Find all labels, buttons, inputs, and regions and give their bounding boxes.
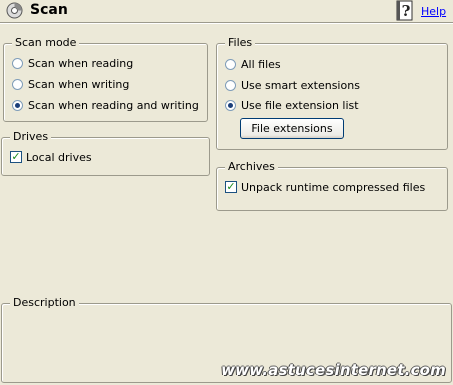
question-book-icon[interactable]: ? — [395, 0, 415, 21]
watermark-text: www.astucesinternet.com — [221, 361, 446, 379]
scan-icon — [6, 2, 23, 19]
radio-scan-reading[interactable]: Scan when reading — [12, 55, 133, 71]
radio-button-selected[interactable] — [12, 99, 23, 111]
files-legend: Files — [225, 36, 256, 49]
radio-label: Use smart extensions — [241, 78, 360, 92]
header-divider-highlight — [0, 23, 453, 24]
checkbox-local-drives[interactable]: ✓ Local drives — [10, 149, 92, 165]
radio-label: All files — [241, 57, 281, 71]
checkbox-label: Local drives — [26, 150, 92, 164]
drives-group: Drives ✓ Local drives — [1, 130, 210, 176]
checkbox-unpack-runtime[interactable]: ✓ Unpack runtime compressed files — [225, 179, 425, 195]
radio-button[interactable] — [12, 57, 23, 69]
files-group: Files All files Use smart extensions Use… — [216, 36, 448, 150]
radio-extension-list[interactable]: Use file extension list — [225, 97, 359, 113]
scan-mode-legend: Scan mode — [12, 36, 80, 49]
radio-button-selected[interactable] — [225, 99, 236, 111]
file-extensions-button[interactable]: File extensions — [240, 118, 344, 139]
radio-button[interactable] — [225, 58, 236, 70]
drives-legend: Drives — [10, 130, 52, 143]
svg-text:?: ? — [402, 2, 411, 20]
checkbox-label: Unpack runtime compressed files — [241, 180, 426, 194]
scan-mode-group: Scan mode Scan when reading Scan when wr… — [3, 36, 208, 122]
archives-legend: Archives — [225, 160, 278, 173]
radio-label: Use file extension list — [241, 98, 359, 112]
header-bar: Scan ? Help — [0, 0, 453, 22]
page-title: Scan — [30, 2, 68, 18]
checkmark-icon[interactable]: ✓ — [10, 151, 22, 163]
radio-label: Scan when writing — [28, 77, 130, 91]
radio-button[interactable] — [225, 79, 236, 91]
description-legend: Description — [10, 296, 79, 309]
radio-label: Scan when reading — [28, 56, 134, 70]
archives-group: Archives ✓ Unpack runtime compressed fil… — [216, 160, 448, 211]
radio-scan-reading-writing[interactable]: Scan when reading and writing — [12, 97, 199, 113]
radio-button[interactable] — [12, 78, 23, 90]
checkmark-icon[interactable]: ✓ — [225, 181, 237, 193]
radio-label: Scan when reading and writing — [28, 98, 199, 112]
radio-all-files[interactable]: All files — [225, 56, 281, 72]
radio-smart-extensions[interactable]: Use smart extensions — [225, 77, 360, 93]
help-link[interactable]: Help — [421, 5, 446, 18]
radio-scan-writing[interactable]: Scan when writing — [12, 76, 129, 92]
